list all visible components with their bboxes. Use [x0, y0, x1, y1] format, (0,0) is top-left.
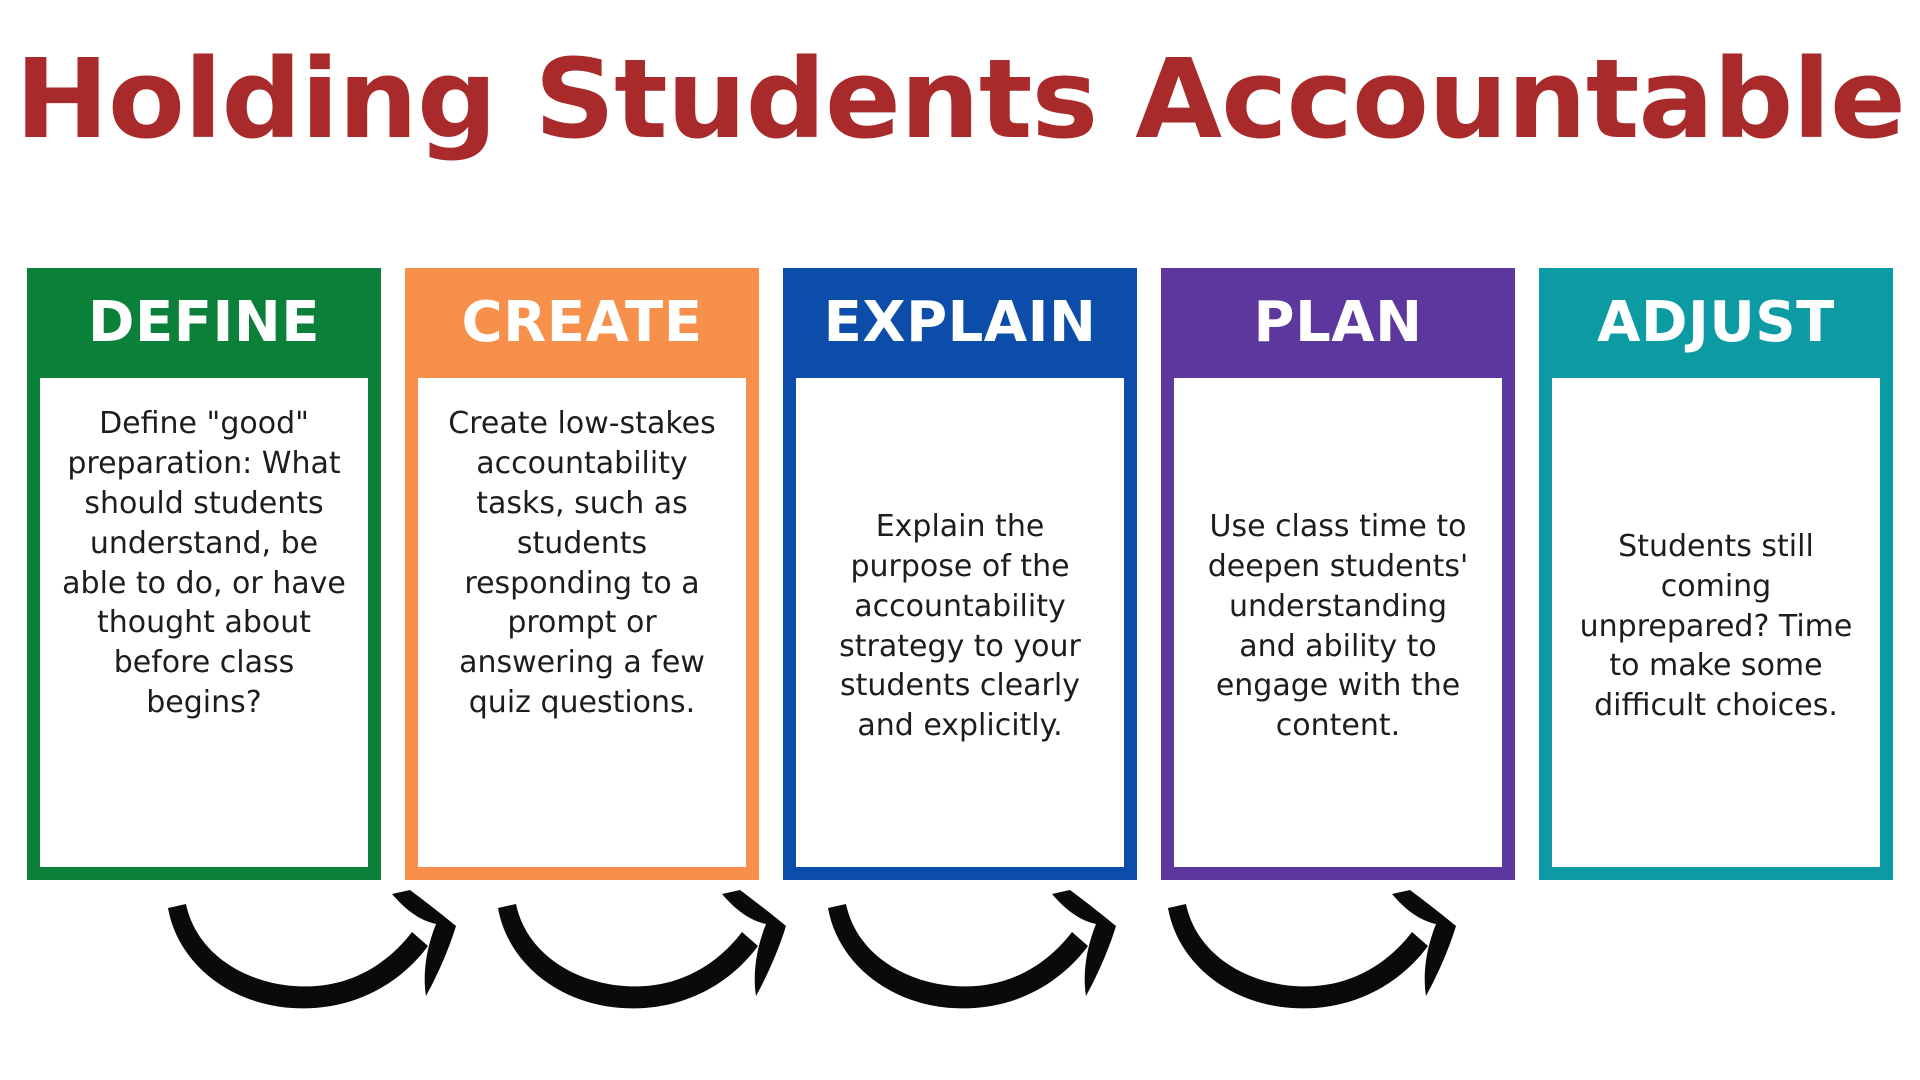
step-body-frame-create: Create low-stakes accountability tasks, … [405, 378, 759, 880]
step-body-create: Create low-stakes accountability tasks, … [418, 378, 746, 867]
step-card-define: DEFINE Define "good" preparation: What s… [27, 268, 381, 880]
step-header-create: CREATE [405, 268, 759, 378]
step-label-explain: EXPLAIN [823, 290, 1097, 355]
step-header-define: DEFINE [27, 268, 381, 378]
step-label-create: CREATE [461, 290, 703, 355]
connector-arrows [0, 886, 1920, 1076]
page-title: Holding Students Accountable [15, 35, 1906, 163]
step-body-plan: Use class time to deepen students' under… [1174, 378, 1502, 867]
step-card-adjust: ADJUST Students still coming unprepared?… [1539, 268, 1893, 880]
step-card-create: CREATE Create low-stakes accountability … [405, 268, 759, 880]
step-body-adjust: Students still coming unprepared? Time t… [1552, 378, 1880, 867]
step-body-frame-explain: Explain the purpose of the accountabilit… [783, 378, 1137, 880]
step-body-define: Define "good" preparation: What should s… [40, 378, 368, 867]
infographic-canvas: Holding Students Accountable DEFINE Defi… [0, 0, 1920, 1080]
step-text-create: Create low-stakes accountability tasks, … [448, 406, 716, 721]
step-body-frame-adjust: Students still coming unprepared? Time t… [1539, 378, 1893, 880]
curved-arrow-right-icon [160, 886, 470, 1046]
step-label-plan: PLAN [1253, 290, 1423, 355]
step-header-adjust: ADJUST [1539, 268, 1893, 378]
step-text-explain: Explain the purpose of the accountabilit… [839, 508, 1081, 744]
step-label-adjust: ADJUST [1597, 290, 1835, 355]
step-card-plan: PLAN Use class time to deepen students' … [1161, 268, 1515, 880]
step-text-adjust: Students still coming unprepared? Time t… [1579, 528, 1853, 724]
step-label-define: DEFINE [88, 290, 320, 355]
step-header-plan: PLAN [1161, 268, 1515, 378]
step-text-define: Define "good" preparation: What should s… [62, 406, 346, 721]
curved-arrow-right-icon [490, 886, 800, 1046]
step-body-frame-plan: Use class time to deepen students' under… [1161, 378, 1515, 880]
step-header-explain: EXPLAIN [783, 268, 1137, 378]
curved-arrow-right-icon [1160, 886, 1470, 1046]
step-body-frame-define: Define "good" preparation: What should s… [27, 378, 381, 880]
steps-row: DEFINE Define "good" preparation: What s… [27, 268, 1893, 880]
step-body-explain: Explain the purpose of the accountabilit… [796, 378, 1124, 867]
step-text-plan: Use class time to deepen students' under… [1207, 508, 1469, 744]
step-card-explain: EXPLAIN Explain the purpose of the accou… [783, 268, 1137, 880]
curved-arrow-right-icon [820, 886, 1130, 1046]
